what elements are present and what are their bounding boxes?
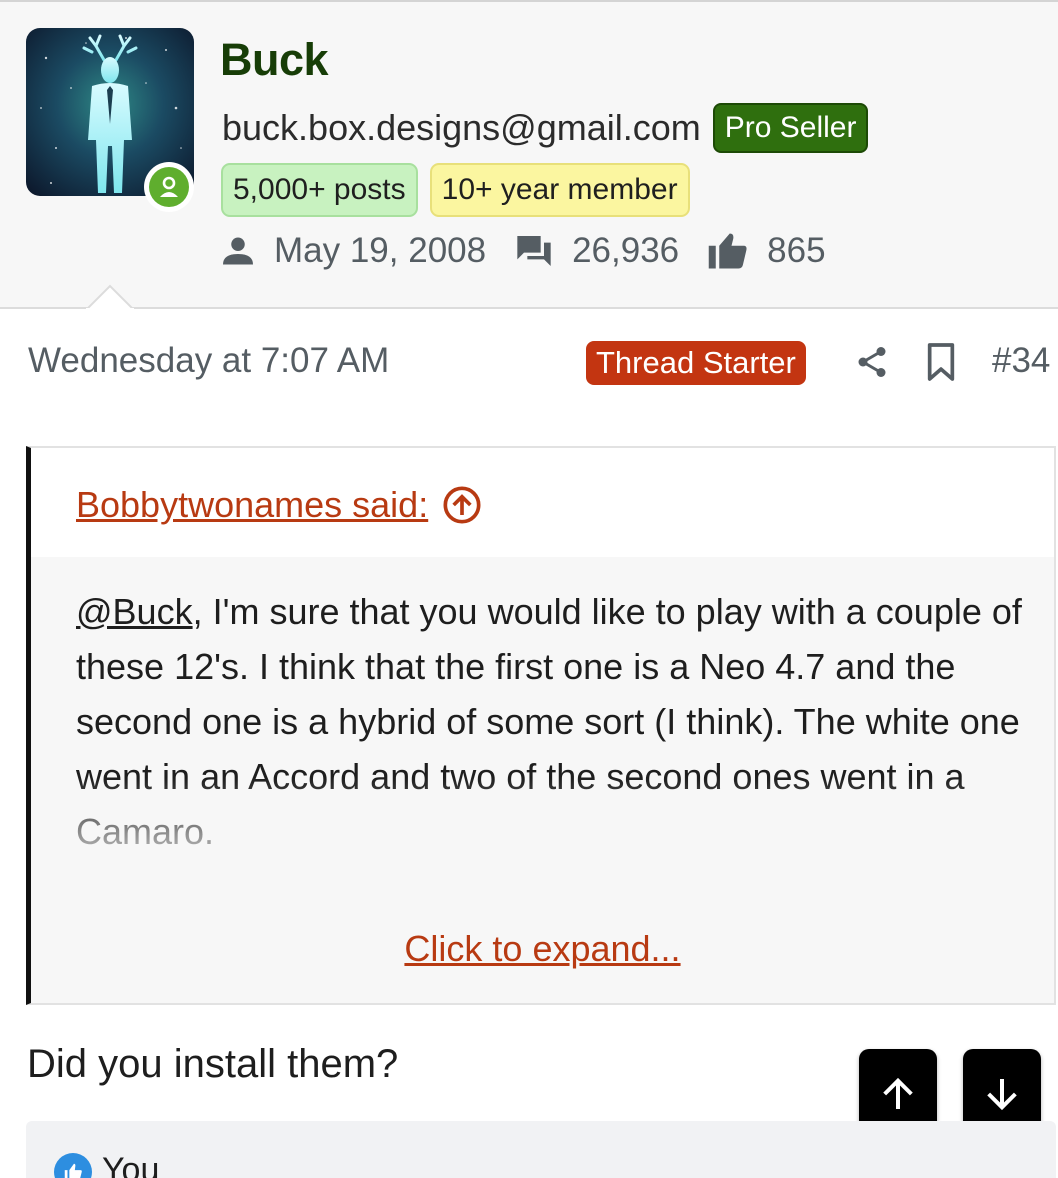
reactions-stat: 865	[707, 230, 826, 272]
user-badges: 5,000+ posts 10+ year member	[221, 163, 690, 217]
user-profile-card: Buck buck.box.designs@gmail.com Pro Sell…	[0, 2, 1058, 309]
post-date[interactable]: Wednesday at 7:07 AM	[28, 341, 389, 381]
online-status-indicator	[144, 162, 194, 212]
joined-date: May 19, 2008	[274, 231, 487, 270]
quote-fade	[31, 778, 1054, 858]
quote-block: Bobbytwonames said: @Buck, I'm sure that…	[26, 446, 1056, 1005]
user-title: buck.box.designs@gmail.com	[222, 107, 701, 148]
posts-badge: 5,000+ posts	[221, 163, 418, 217]
user-icon	[160, 176, 178, 197]
share-icon[interactable]	[854, 344, 890, 380]
bookmark-icon[interactable]	[924, 342, 958, 382]
pro-seller-badge: Pro Seller	[712, 103, 869, 153]
messages-stat: 26,936	[514, 231, 679, 271]
post-meta: Wednesday at 7:07 AM Thread Starter #34	[0, 332, 1058, 392]
mention-link[interactable]: @Buck	[76, 591, 193, 632]
quote-header: Bobbytwonames said:	[31, 448, 1054, 557]
quote-author[interactable]: Bobbytwonames said:	[76, 484, 428, 526]
arrow-up-circle-icon[interactable]	[442, 485, 482, 525]
username[interactable]: Buck	[220, 34, 329, 86]
arrow-up-icon	[883, 1077, 913, 1109]
thread-starter-badge: Thread Starter	[586, 341, 806, 385]
member-badge: 10+ year member	[429, 163, 690, 217]
user-title-row: buck.box.designs@gmail.com Pro Seller	[222, 103, 869, 153]
user-stats: May 19, 2008 26,936 865	[220, 230, 854, 272]
joined-stat: May 19, 2008	[220, 231, 486, 271]
like-icon	[54, 1153, 92, 1178]
messages-icon	[517, 236, 551, 266]
reactions-bar: You	[26, 1121, 1056, 1178]
arrow-down-icon	[987, 1078, 1017, 1110]
messages-count: 26,936	[572, 231, 680, 270]
click-to-expand-link[interactable]: Click to expand...	[31, 928, 1054, 970]
thumbs-up-icon	[708, 233, 747, 269]
reaction-user[interactable]: You	[102, 1151, 159, 1178]
profile-pointer	[86, 284, 134, 310]
post-number[interactable]: #34	[992, 341, 1050, 381]
user-icon	[223, 237, 253, 265]
post-body: Did you install them?	[27, 1042, 399, 1086]
reactions-count: 865	[767, 231, 826, 270]
quote-author-link[interactable]: Bobbytwonames said:	[76, 484, 482, 526]
